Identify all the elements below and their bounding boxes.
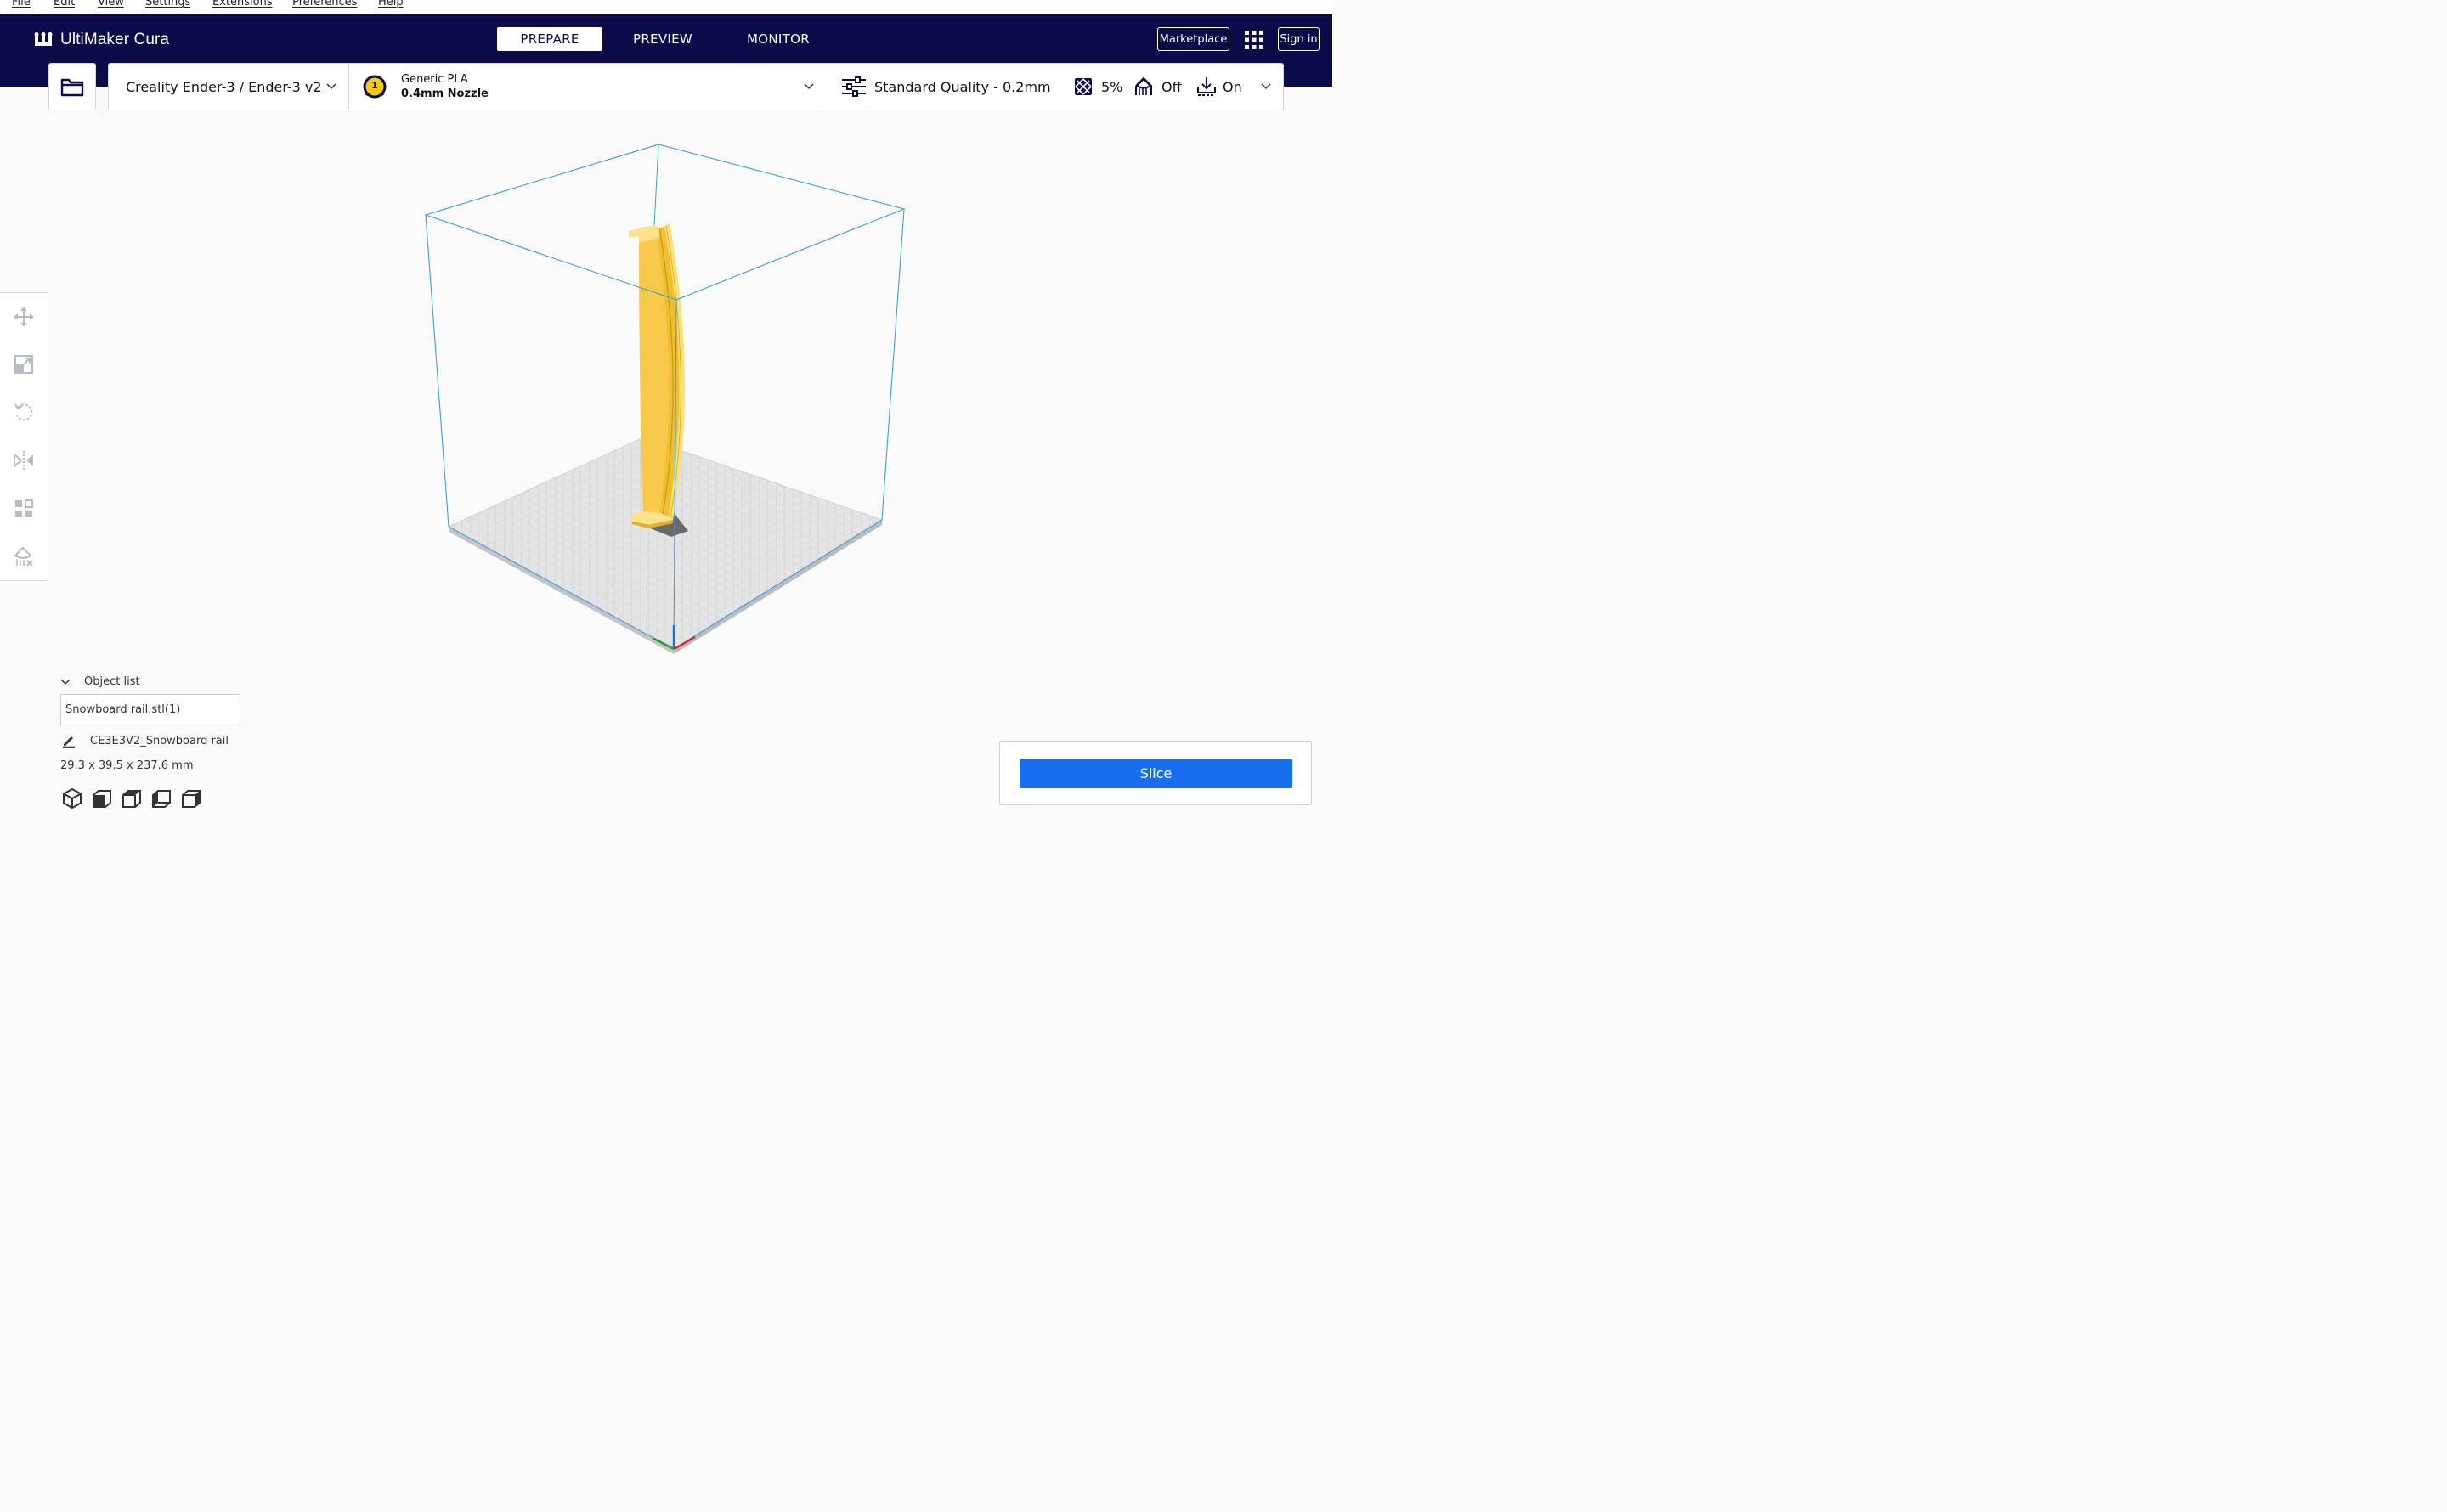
chevron-down-icon — [1261, 83, 1271, 90]
object-list-toggle[interactable]: Object list — [60, 675, 140, 688]
menu-help[interactable]: Help — [378, 0, 404, 8]
build-volume-viewport[interactable] — [357, 127, 969, 671]
extruder-number: 1 — [371, 80, 378, 91]
menu-edit[interactable]: Edit — [54, 0, 75, 8]
job-name-text: CE3E3V2_Snowboard rail — [90, 734, 229, 748]
quality-sliders-icon — [842, 76, 866, 97]
menu-extensions[interactable]: Extensions — [212, 0, 273, 8]
chevron-down-icon — [60, 678, 71, 685]
tool-panel — [0, 292, 48, 581]
material-name: Generic PLA — [401, 73, 468, 86]
nozzle-size: 0.4mm Nozzle — [401, 87, 489, 100]
left-view-icon[interactable] — [150, 787, 173, 810]
support-blocker-icon[interactable] — [13, 545, 35, 567]
tab-prepare[interactable]: PREPARE — [497, 27, 602, 51]
menu-preferences[interactable]: Preferences — [292, 0, 357, 8]
model-dimensions: 29.3 x 39.5 x 237.6 mm — [60, 759, 194, 772]
machine-settings-bar: Creality Ender-3 / Ender-3 v2 1 Generic … — [108, 63, 1284, 110]
tab-preview[interactable]: PREVIEW — [615, 27, 710, 51]
open-file-button[interactable] — [48, 63, 96, 110]
pencil-icon — [63, 736, 75, 748]
infill-value: 5% — [1101, 78, 1123, 95]
app-logo: UltiMaker Cura — [33, 31, 169, 49]
right-view-icon[interactable] — [179, 787, 203, 810]
printer-name: Creality Ender-3 / Ender-3 v2 — [126, 78, 322, 95]
infill-icon — [1075, 78, 1092, 95]
move-tool-icon[interactable] — [13, 306, 35, 328]
menu-settings[interactable]: Settings — [145, 0, 190, 8]
printer-selector[interactable]: Creality Ender-3 / Ender-3 v2 — [126, 64, 348, 110]
menu-bar: File Edit View Settings Extensions Prefe… — [0, 0, 1332, 14]
rotate-tool-icon[interactable] — [13, 401, 35, 423]
top-view-icon[interactable] — [120, 787, 144, 810]
quality-profile: Standard Quality - 0.2mm — [874, 78, 1051, 95]
mirror-tool-icon[interactable] — [13, 449, 35, 471]
chevron-down-icon — [326, 83, 336, 90]
print-settings-selector[interactable]: Standard Quality - 0.2mm 5% Off On — [841, 64, 1283, 110]
apps-grid-icon[interactable] — [1245, 31, 1263, 49]
slice-button[interactable]: Slice — [1020, 759, 1292, 788]
action-panel: Slice — [999, 741, 1312, 805]
per-model-settings-icon[interactable] — [13, 498, 35, 520]
app-name: UltiMaker Cura — [60, 31, 170, 48]
tab-monitor[interactable]: MONITOR — [731, 27, 826, 51]
material-selector[interactable]: 1 Generic PLA 0.4mm Nozzle — [362, 64, 828, 110]
ultimaker-logo-icon — [34, 32, 53, 46]
adhesion-value: On — [1223, 78, 1242, 95]
scale-tool-icon[interactable] — [13, 353, 35, 375]
folder-icon — [60, 78, 84, 97]
object-list-item[interactable]: Snowboard rail.stl(1) — [60, 694, 240, 725]
adhesion-icon — [1197, 77, 1216, 96]
menu-view[interactable]: View — [98, 0, 124, 8]
chevron-down-icon — [804, 83, 814, 90]
3d-view-icon[interactable] — [60, 787, 84, 810]
camera-view-buttons — [60, 787, 209, 810]
menu-file[interactable]: File — [12, 0, 31, 8]
front-view-icon[interactable] — [90, 787, 114, 810]
object-list-title: Object list — [84, 675, 140, 688]
marketplace-button[interactable]: Marketplace — [1157, 27, 1229, 51]
support-value: Off — [1161, 78, 1182, 95]
support-icon — [1135, 76, 1152, 95]
job-name[interactable]: CE3E3V2_Snowboard rail — [62, 734, 229, 748]
sign-in-button[interactable]: Sign in — [1278, 27, 1320, 51]
